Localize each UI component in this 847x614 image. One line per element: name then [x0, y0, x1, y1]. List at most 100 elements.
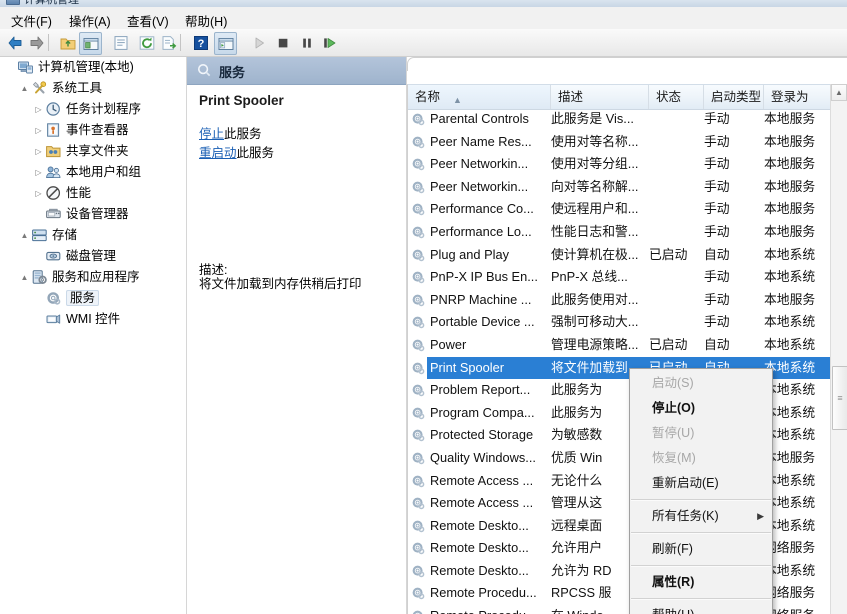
stop-service-link[interactable]: 停止	[199, 127, 224, 141]
tree-item-local-users-groups[interactable]: ▷ 本地用户和组	[0, 162, 186, 183]
up-folder-icon[interactable]	[57, 32, 78, 53]
scrollbar-thumb[interactable]: ≡	[832, 366, 847, 430]
table-row[interactable]: Peer Name Res... 使用对等名称... 手动 本地服务	[408, 131, 832, 154]
tree-item-services-applications[interactable]: ▲ 服务和应用程序	[0, 267, 186, 288]
cell-service-description: 此服务是 Vis...	[551, 111, 634, 126]
menu-bar: 文件(F) 操作(A) 查看(V) 帮助(H)	[0, 7, 847, 30]
column-header-label: 启动类型	[711, 90, 762, 104]
cell-service-name: Problem Report...	[430, 382, 531, 398]
ctx-refresh[interactable]: 刷新(F)	[630, 537, 772, 562]
back-arrow-icon[interactable]	[4, 32, 25, 53]
cell-service-starttype: 自动	[704, 246, 730, 262]
col-header-desc[interactable]: 描述	[551, 85, 649, 109]
tree-twisty-spacer: ·	[32, 204, 45, 225]
ctx-help[interactable]: 帮助(H)	[630, 603, 772, 614]
forward-arrow-icon[interactable]	[26, 32, 47, 53]
table-row[interactable]: Peer Networkin... 向对等名称解... 手动 本地服务	[408, 176, 832, 199]
cell-service-starttype: 手动	[704, 111, 730, 126]
cell-service-name: Remote Procedu...	[430, 585, 537, 601]
table-row[interactable]: Performance Co... 使远程用户和... 手动 本地服务	[408, 198, 832, 221]
svg-text:?: ?	[197, 38, 204, 50]
tree-item-label: 共享文件夹	[66, 144, 129, 158]
table-row[interactable]: Power 管理电源策略... 已启动 自动 本地系统	[408, 334, 832, 357]
table-row[interactable]: PNRP Machine ... 此服务使用对... 手动 本地服务	[408, 289, 832, 312]
properties-icon[interactable]	[110, 32, 131, 53]
tree-twisty-icon[interactable]: ▷	[32, 99, 45, 120]
cell-service-name: Power	[430, 336, 467, 352]
cell-service-logonas: 本地系统	[764, 269, 816, 285]
disk-icon	[45, 248, 62, 264]
tree-item-label: 设备管理器	[66, 207, 129, 221]
show-action-pane-icon[interactable]	[214, 32, 237, 55]
tree-twisty-icon[interactable]: ▲	[18, 267, 31, 288]
table-row[interactable]: Performance Lo... 性能日志和警... 手动 本地服务	[408, 221, 832, 244]
context-menu-item-label: 重新启动(E)	[652, 476, 719, 490]
ctx-restart[interactable]: 重新启动(E)	[630, 471, 772, 496]
tree-item-disk-management[interactable]: · 磁盘管理	[0, 246, 186, 267]
restart-service-link[interactable]: 重启动	[199, 146, 237, 160]
scroll-up-button[interactable]: ▲	[831, 84, 847, 101]
refresh-icon[interactable]	[136, 32, 157, 53]
ctx-stop[interactable]: 停止(O)	[630, 396, 772, 421]
col-header-status[interactable]: 状态	[649, 85, 704, 109]
restart-service-icon[interactable]	[318, 32, 339, 53]
context-menu-item-label: 暂停(U)	[652, 426, 695, 440]
list-vertical-scrollbar[interactable]: ▲ ≡	[830, 84, 847, 614]
tree-item-storage[interactable]: ▲ 存储	[0, 225, 186, 246]
tree-item-wmi-control[interactable]: · WMI 控件	[0, 309, 186, 330]
tree-item-computer-management[interactable]: · 计算机管理(本地)	[0, 57, 186, 78]
tree-item-label: 事件查看器	[66, 123, 129, 137]
context-menu-item-label: 帮助(H)	[652, 608, 694, 614]
cell-service-name: Protected Storage	[430, 427, 534, 443]
table-row[interactable]: Parental Controls 此服务是 Vis... 手动 本地服务	[408, 108, 832, 131]
start-service-icon[interactable]	[248, 32, 269, 53]
gear-icon	[45, 290, 62, 306]
ctx-all-tasks[interactable]: 所有任务(K) ▶	[630, 504, 772, 529]
help-icon[interactable]: ?	[190, 32, 211, 53]
cell-service-starttype: 手动	[704, 314, 730, 330]
col-header-name[interactable]: 名称 ▲	[408, 85, 551, 109]
devmgr-icon	[45, 206, 62, 222]
pause-service-icon[interactable]	[296, 32, 317, 53]
table-row[interactable]: Plug and Play 使计算机在极... 已启动 自动 本地系统	[408, 244, 832, 267]
sharedfolder-icon	[45, 143, 62, 159]
restart-service-link-row: 重启动此服务	[199, 142, 274, 161]
cell-service-logonas: 网络服务	[764, 585, 816, 601]
ctx-properties[interactable]: 属性(R)	[630, 570, 772, 595]
services-magnifier-icon	[197, 63, 211, 77]
cell-service-logonas: 本地服务	[764, 178, 816, 194]
tree-item-shared-folders[interactable]: ▷ 共享文件夹	[0, 141, 186, 162]
cell-service-status	[649, 153, 704, 176]
tree-twisty-icon[interactable]: ▷	[32, 120, 45, 141]
tree-twisty-icon[interactable]: ▲	[18, 225, 31, 246]
tree-twisty-icon[interactable]: ▷	[32, 162, 45, 183]
tree-twisty-icon[interactable]: ▲	[18, 78, 31, 99]
tree-item-event-viewer[interactable]: ▷ 事件查看器	[0, 120, 186, 141]
context-menu-separator	[631, 598, 771, 600]
tree-item-system-tools[interactable]: ▲ 系统工具	[0, 78, 186, 99]
tree-item-task-scheduler[interactable]: ▷ 任务计划程序	[0, 99, 186, 120]
stop-service-icon[interactable]	[272, 32, 293, 53]
show-hide-console-tree-icon[interactable]	[79, 32, 102, 55]
col-header-logonas[interactable]: 登录为	[764, 85, 832, 109]
table-row[interactable]: PnP-X IP Bus En... PnP-X 总线... 手动 本地系统	[408, 266, 832, 289]
tree-twisty-icon[interactable]: ▷	[32, 141, 45, 162]
tree-item-performance[interactable]: ▷ 性能	[0, 183, 186, 204]
cell-service-name: Program Compa...	[430, 404, 535, 420]
scrollbar-grip-icon: ≡	[837, 393, 843, 403]
tree-twisty-icon[interactable]: ▷	[32, 183, 45, 204]
export-list-icon[interactable]	[158, 32, 179, 53]
tree-item-device-manager[interactable]: · 设备管理器	[0, 204, 186, 225]
description-text: 将文件加载到内存供稍后打印	[199, 277, 362, 291]
cell-service-name: Quality Windows...	[430, 449, 536, 465]
cell-service-status	[649, 289, 704, 312]
table-row[interactable]: Peer Networkin... 使用对等分组... 手动 本地服务	[408, 153, 832, 176]
cell-service-description: PnP-X 总线...	[551, 269, 628, 285]
cell-service-logonas: 本地服务	[764, 133, 816, 149]
col-header-starttype[interactable]: 启动类型	[704, 85, 764, 109]
window-title-text: 计算机管理	[24, 0, 79, 6]
cell-service-logonas: 本地系统	[764, 427, 816, 443]
table-row[interactable]: Portable Device ... 强制可移动大... 手动 本地系统	[408, 311, 832, 334]
tree-item-services[interactable]: · 服务	[0, 288, 186, 309]
cell-service-description: 使用对等分组...	[551, 156, 639, 172]
